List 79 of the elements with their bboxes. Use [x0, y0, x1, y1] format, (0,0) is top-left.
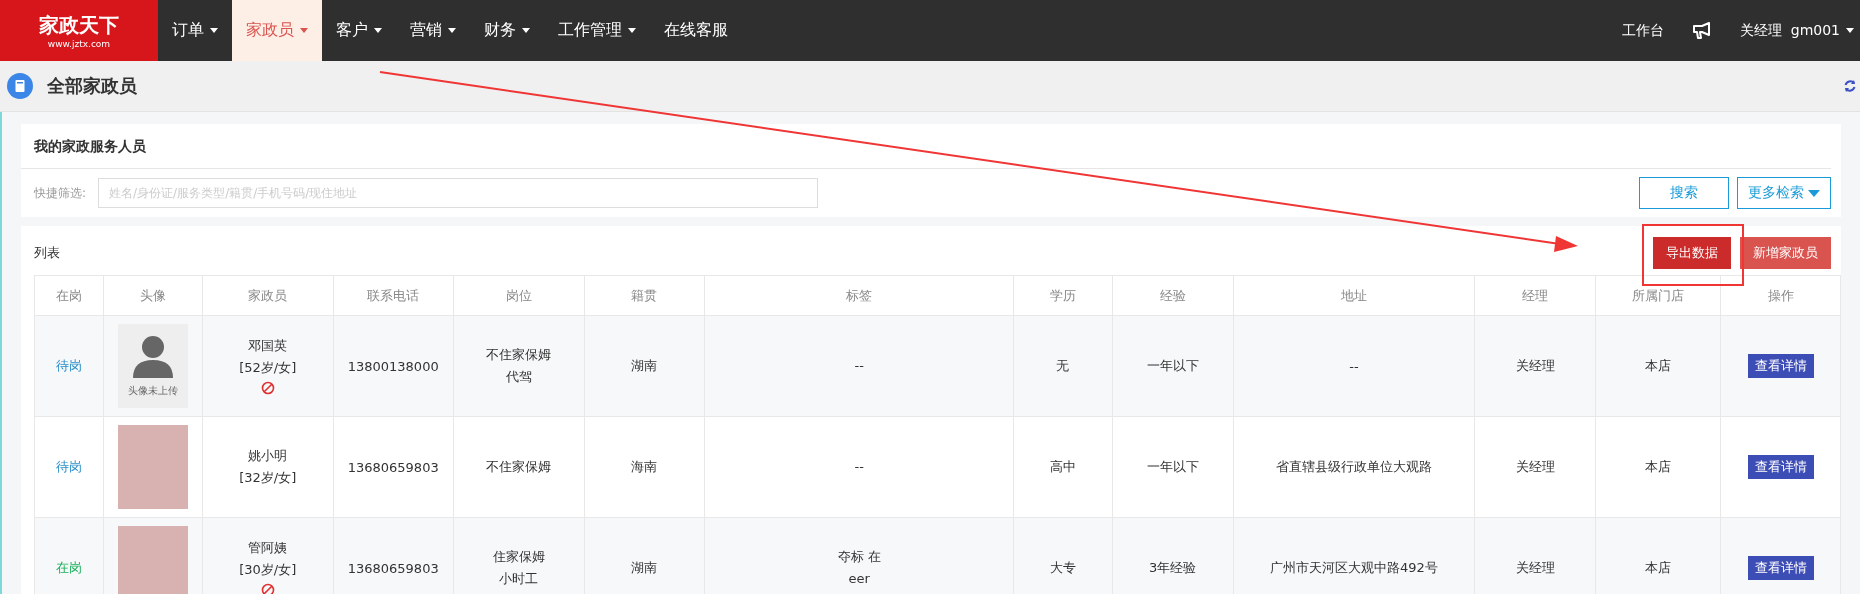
column-header: 经验	[1159, 287, 1186, 303]
nav-menu-item[interactable]: 财务	[470, 0, 544, 61]
tag-text: 夺标 在	[837, 548, 881, 566]
panel-title: 列表	[34, 244, 60, 262]
nav-menu-item[interactable]: 订单	[158, 0, 232, 61]
manager-name: 关经理	[1515, 560, 1555, 575]
tag-text: --	[854, 357, 864, 375]
refresh-icon[interactable]	[1844, 79, 1856, 93]
column-header: 联系电话	[367, 287, 420, 303]
status-text: 待岗	[55, 459, 82, 474]
age-gender: [52岁/女]	[239, 359, 297, 377]
tag-text: eer	[848, 570, 870, 588]
phone-number: 13680659803	[347, 560, 439, 576]
position-text: 不住家保姆	[486, 346, 552, 364]
column-header: 岗位	[505, 287, 532, 303]
origin-text: 湖南	[631, 358, 658, 373]
column-header: 头像	[139, 287, 166, 303]
logo-url: www.jztx.com	[47, 39, 111, 49]
nav-menu-item[interactable]: 家政员	[232, 0, 322, 61]
education-text: 高中	[1049, 459, 1076, 474]
staff-name: 管阿姨	[248, 539, 288, 557]
position-text: 代驾	[505, 368, 532, 386]
manager-name: 关经理	[1515, 459, 1555, 474]
nav-menu-item[interactable]: 在线客服	[650, 0, 742, 61]
workbench-link[interactable]: 工作台	[1607, 0, 1678, 61]
experience-text: 一年以下	[1146, 459, 1199, 474]
age-gender: [32岁/女]	[239, 469, 297, 487]
nav-menu-item[interactable]: 营销	[396, 0, 470, 61]
column-header: 地址	[1341, 287, 1367, 303]
column-header: 标签	[846, 287, 873, 303]
nav-menu-item[interactable]: 工作管理	[544, 0, 650, 61]
education-text: 无	[1056, 358, 1070, 373]
tag-text: --	[854, 458, 864, 476]
add-button[interactable]: 新增家政员	[1740, 237, 1831, 269]
export-button[interactable]: 导出数据	[1653, 237, 1731, 269]
column-header: 籍贯	[631, 287, 658, 303]
view-details-button[interactable]: 查看详情	[1747, 455, 1814, 479]
photo-placeholder	[117, 526, 188, 594]
panel-title: 我的家政服务人员	[21, 124, 1831, 169]
staff-name: 邓国英	[248, 337, 288, 355]
status-text: 在岗	[55, 560, 82, 575]
person-silhouette-icon	[130, 334, 175, 378]
phone-number: 13800138000	[347, 358, 439, 374]
avatar-caption: 头像未上传	[127, 384, 178, 398]
column-header: 所属门店	[1632, 287, 1685, 303]
position-text: 小时工	[499, 570, 539, 588]
user-menu[interactable]: 关经理 gm001	[1725, 0, 1860, 61]
page-title: 全部家政员	[47, 74, 137, 98]
logo[interactable]: 家政天下 www.jztx.com	[0, 0, 158, 61]
experience-text: 一年以下	[1146, 358, 1199, 373]
logo-text: 家政天下	[39, 12, 119, 39]
view-details-button[interactable]: 查看详情	[1747, 556, 1814, 580]
address-text: 省直辖县级行政单位大观路	[1276, 459, 1432, 474]
column-header: 学历	[1049, 287, 1076, 303]
address-text: 广州市天河区大观中路492号	[1270, 560, 1438, 575]
staff-name: 姚小明	[248, 447, 288, 465]
age-gender: [30岁/女]	[239, 561, 297, 579]
store-name: 本店	[1645, 560, 1672, 575]
filter-label: 快捷筛选:	[34, 184, 87, 202]
education-text: 大专	[1049, 560, 1076, 575]
nav-menu-item[interactable]: 客户	[322, 0, 396, 61]
origin-text: 海南	[631, 459, 658, 474]
view-details-button[interactable]: 查看详情	[1747, 354, 1814, 378]
position-text: 住家保姆	[492, 548, 545, 566]
store-name: 本店	[1645, 358, 1672, 373]
origin-text: 湖南	[631, 560, 658, 575]
phone-number: 13680659803	[347, 459, 439, 475]
store-name: 本店	[1645, 459, 1672, 474]
experience-text: 3年经验	[1149, 560, 1197, 575]
address-text: --	[1349, 358, 1359, 374]
column-header: 操作	[1767, 287, 1794, 303]
position-text: 不住家保姆	[486, 458, 552, 476]
book-icon	[7, 73, 33, 99]
manager-name: 关经理	[1515, 358, 1555, 373]
megaphone-icon[interactable]	[1691, 21, 1712, 40]
column-header: 在岗	[55, 287, 82, 303]
column-header: 经理	[1522, 287, 1549, 303]
column-header: 家政员	[248, 287, 288, 303]
status-text: 待岗	[55, 358, 82, 373]
